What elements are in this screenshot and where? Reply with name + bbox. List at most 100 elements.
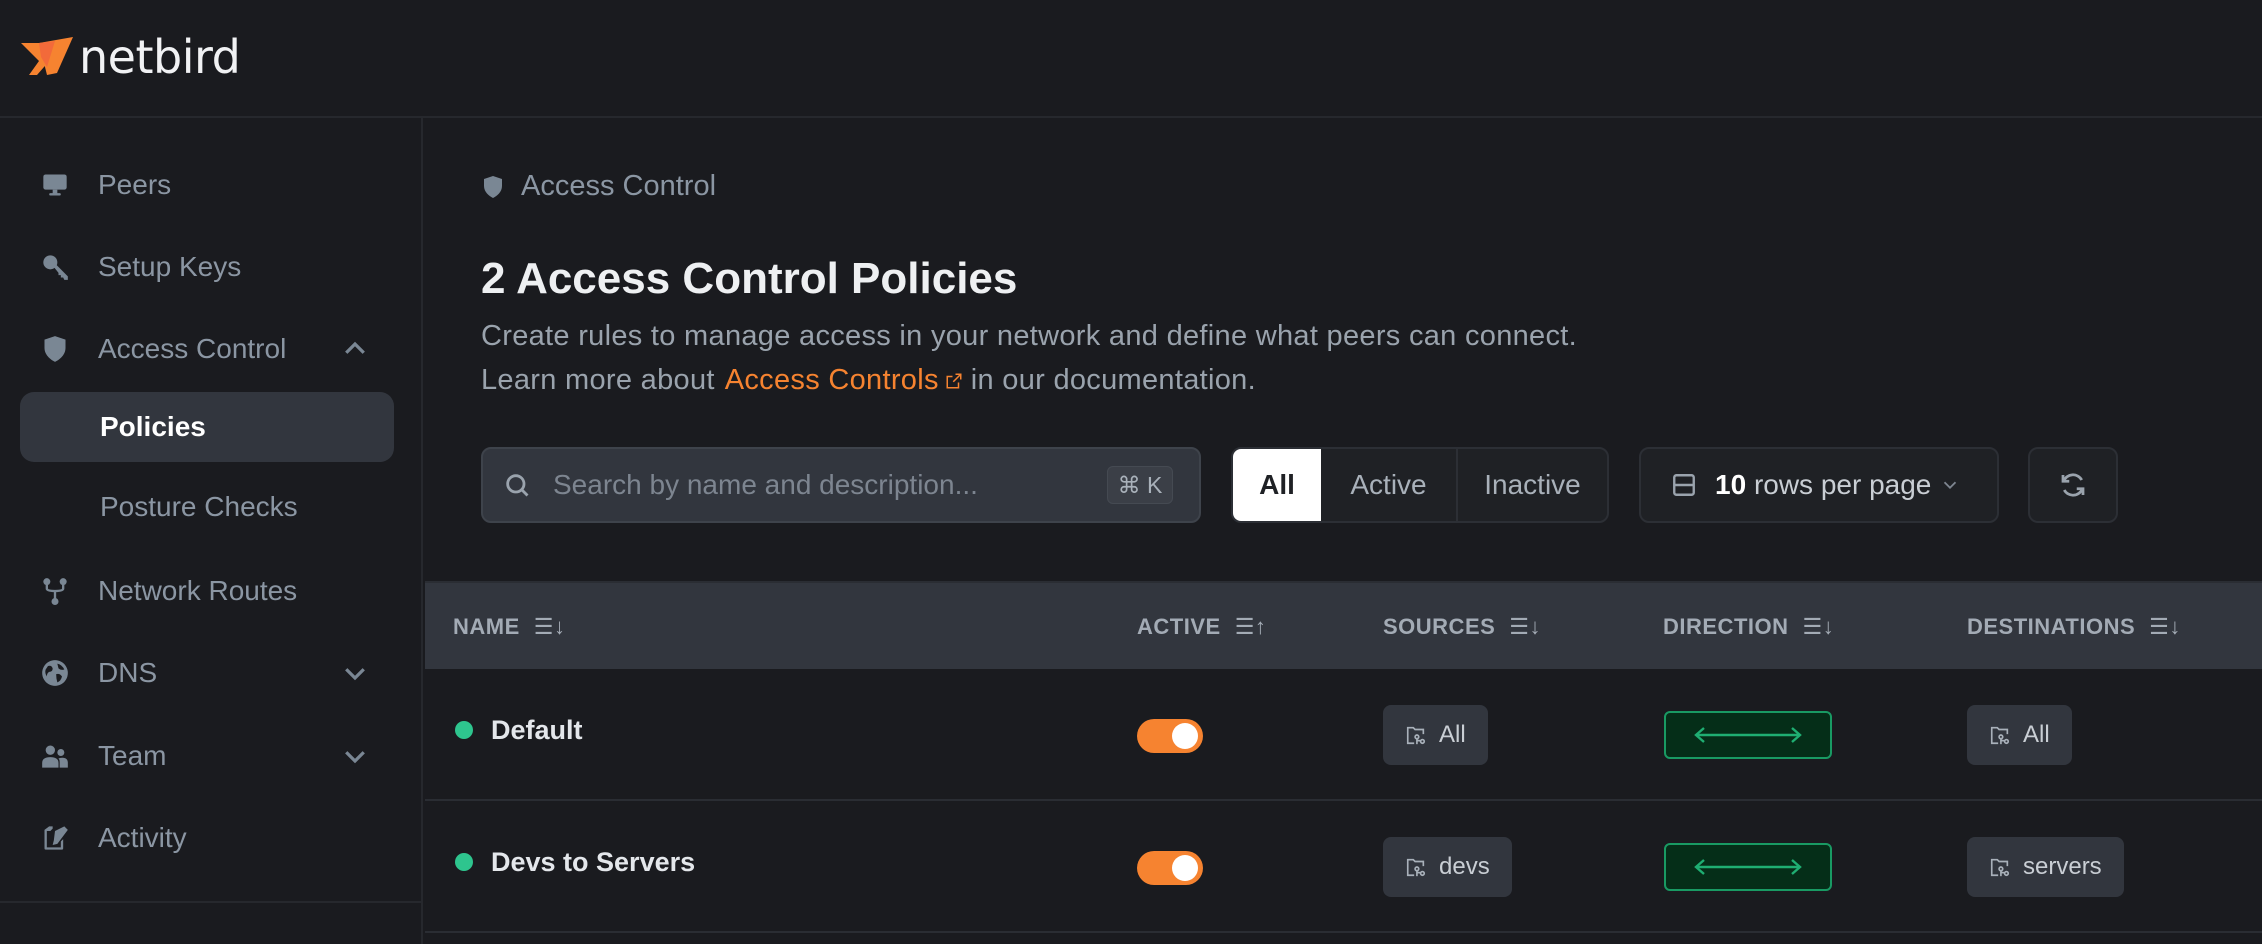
search-icon [506,474,529,497]
docs-link-label: Access Controls [724,364,939,396]
external-link-icon [946,373,962,388]
breadcrumb-label: Access Control [521,170,717,202]
sidebar-item-label: Peers [98,169,172,200]
app-name: netbird [79,30,241,84]
folder-group-icon [1406,726,1426,745]
top-bar: netbird [0,0,2262,118]
sidebar-item-label: Team [98,740,167,771]
policy-name: Default [491,715,583,745]
sort-icon: ☰↓ [2149,614,2181,639]
table-row[interactable]: Devs to Servers devs servers [425,801,2262,933]
shield-icon [484,175,502,198]
page-description: Create rules to manage access in your ne… [481,320,1577,352]
search-shortcut-badge: ⌘ K [1107,466,1173,504]
sidebar-item-label: Posture Checks [100,491,298,522]
sidebar-item-label: Setup Keys [98,251,242,282]
learn-more-prefix: Learn more about [481,364,715,396]
access-controls-docs-link[interactable]: Access Controls [725,364,963,397]
learn-more-suffix: in our documentation. [970,364,1256,396]
filter-inactive-button[interactable]: Inactive [1458,449,1607,521]
users-icon [40,741,70,771]
rows-per-page-count: 10 [1715,469,1747,500]
search-input[interactable] [553,455,1113,515]
folder-group-icon [1990,726,2010,745]
column-label: DESTINATIONS [1967,614,2136,639]
sidebar-item-dns[interactable]: DNS [20,638,394,708]
folder-group-icon [1406,858,1426,877]
sidebar-item-team[interactable]: Team [20,721,394,791]
rows-per-page-text: rows per page [1753,469,1932,500]
sources-chip[interactable]: devs [1383,837,1512,897]
network-routes-icon [40,576,70,606]
rows-per-page-label: 10 rows per page [1715,469,1931,501]
search-box: ⌘ K [481,447,1201,523]
chevron-down-icon [1939,474,1961,496]
sort-icon: ☰↓ [533,614,566,639]
sidebar-item-posture-checks[interactable]: Posture Checks [20,472,394,542]
status-dot [455,721,473,739]
sources-label: All [1439,721,1466,748]
main-content: Access Control 2 Access Control Policies… [425,120,2262,944]
destinations-label: servers [2023,853,2102,880]
refresh-icon [2061,473,2085,497]
breadcrumb[interactable]: Access Control [481,170,716,203]
page-title: 2 Access Control Policies [481,254,1018,303]
page-learn-more: Learn more about Access Controls in our … [481,364,1256,397]
column-header-name[interactable]: NAME ☰↓ [453,583,566,671]
sort-icon: ☰↓ [1802,614,1835,639]
sort-icon: ☰↓ [1509,614,1542,639]
rows-icon [1671,472,1697,498]
active-toggle[interactable] [1137,851,1203,885]
sort-icon: ☰↑ [1234,614,1267,639]
policy-name: Devs to Servers [491,847,696,877]
sidebar-item-label: Activity [98,822,187,853]
chevron-up-icon[interactable] [340,334,370,364]
sidebar-item-policies[interactable]: Policies [20,392,394,462]
sidebar-item-setup-keys[interactable]: Setup Keys [20,232,394,302]
column-header-active[interactable]: ACTIVE ☰↑ [1137,583,1266,671]
sidebar-divider [0,901,421,903]
column-header-destinations[interactable]: DESTINATIONS ☰↓ [1967,583,2181,671]
destinations-chip[interactable]: All [1967,705,2072,765]
rows-per-page-select[interactable]: 10 rows per page [1639,447,1999,523]
active-toggle[interactable] [1137,719,1203,753]
destinations-label: All [2023,721,2050,748]
sources-label: devs [1439,853,1490,880]
sources-chip[interactable]: All [1383,705,1488,765]
column-header-sources[interactable]: SOURCES ☰↓ [1383,583,1541,671]
sidebar-item-peers[interactable]: Peers [20,150,394,220]
status-dot [455,853,473,871]
sidebar-item-label: Access Control [98,333,287,364]
toggle-knob [1172,855,1198,881]
destinations-chip[interactable]: servers [1967,837,2124,897]
column-label: DIRECTION [1663,614,1789,639]
sidebar-item-activity[interactable]: Activity [20,803,394,873]
chevron-down-icon[interactable] [340,741,370,771]
filter-active-button[interactable]: Active [1321,449,1458,521]
direction-badge[interactable] [1664,843,1832,891]
column-header-direction[interactable]: DIRECTION ☰↓ [1663,583,1834,671]
sidebar-item-network-routes[interactable]: Network Routes [20,556,394,626]
bidirectional-arrow-icon [1694,859,1802,875]
column-label: ACTIVE [1137,614,1221,639]
filter-all-button[interactable]: All [1233,449,1321,521]
folder-group-icon [1990,858,2010,877]
shield-icon [40,334,70,364]
sidebar-item-access-control[interactable]: Access Control [20,314,394,384]
sidebar-item-label: Policies [100,411,206,442]
sidebar-item-label: Network Routes [98,575,298,606]
table-row[interactable]: Default All All [425,669,2262,801]
netbird-logo[interactable]: netbird [21,30,241,84]
column-label: NAME [453,614,520,639]
key-icon [40,252,70,282]
sidebar-item-label: DNS [98,657,158,688]
globe-icon [40,658,70,688]
direction-badge[interactable] [1664,711,1832,759]
status-filter: All Active Inactive [1231,447,1609,523]
activity-icon [40,823,70,853]
table-header: NAME ☰↓ ACTIVE ☰↑ SOURCES ☰↓ DIRECTION ☰↓ DE… [425,581,2262,669]
column-label: SOURCES [1383,614,1496,639]
monitor-icon [40,170,70,200]
chevron-down-icon[interactable] [340,658,370,688]
refresh-button[interactable] [2028,447,2118,523]
